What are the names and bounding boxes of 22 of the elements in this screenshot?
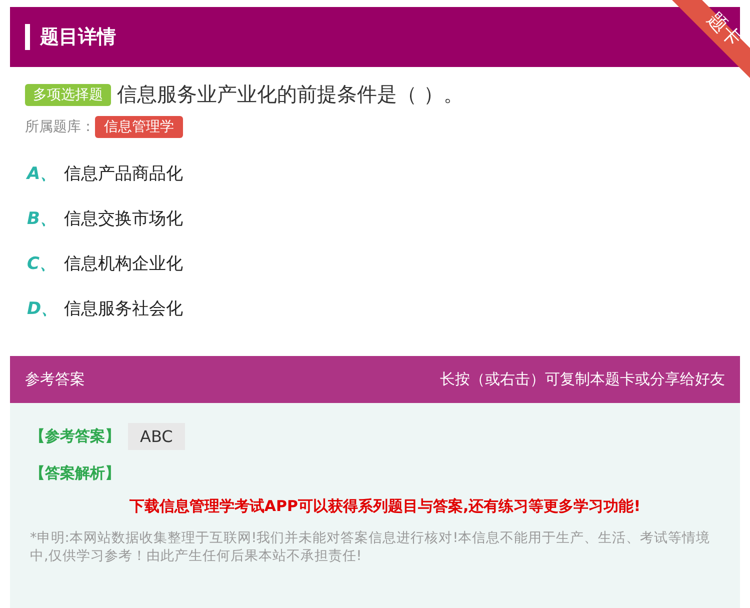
bank-label: 所属题库： [25,118,95,136]
answer-value: ABC [128,423,185,450]
option-text: 信息服务社会化 [64,298,183,320]
question-type-tag: 多项选择题 [25,84,111,106]
ribbon-label: 题卡 [704,9,744,50]
question-text: 信息服务业产业化的前提条件是（ ）。 [117,81,464,108]
answer-title: 参考答案 [25,370,85,389]
analysis-label: 【答案解析】 [30,464,121,483]
share-hint: 长按（或右击）可复制本题卡或分享给好友 [440,370,725,389]
option-letter: D、 [27,298,60,320]
bank-tag: 信息管理学 [95,116,183,138]
option-letter: A、 [27,163,58,185]
option-text: 信息产品商品化 [64,163,183,185]
option-letter: C、 [27,253,58,275]
title-marker [25,24,30,50]
answer-label: 【参考答案】 [30,427,120,446]
disclaimer-text: *申明:本网站数据收集整理于互联网!我们并未能对答案信息进行核对!本信息不能用于生产、生活、考试等情境中,仅供学习参考！由此产生任何后果本站不承担责任! [30,530,712,566]
option-letter: B、 [27,208,58,230]
option-text: 信息交换市场化 [64,208,183,230]
option-text: 信息机构企业化 [64,253,183,275]
page-title: 题目详情 [40,25,116,50]
promo-text: 下载信息管理学考试APP可以获得系列题目与答案,还有练习等更多学习功能! [128,497,642,516]
